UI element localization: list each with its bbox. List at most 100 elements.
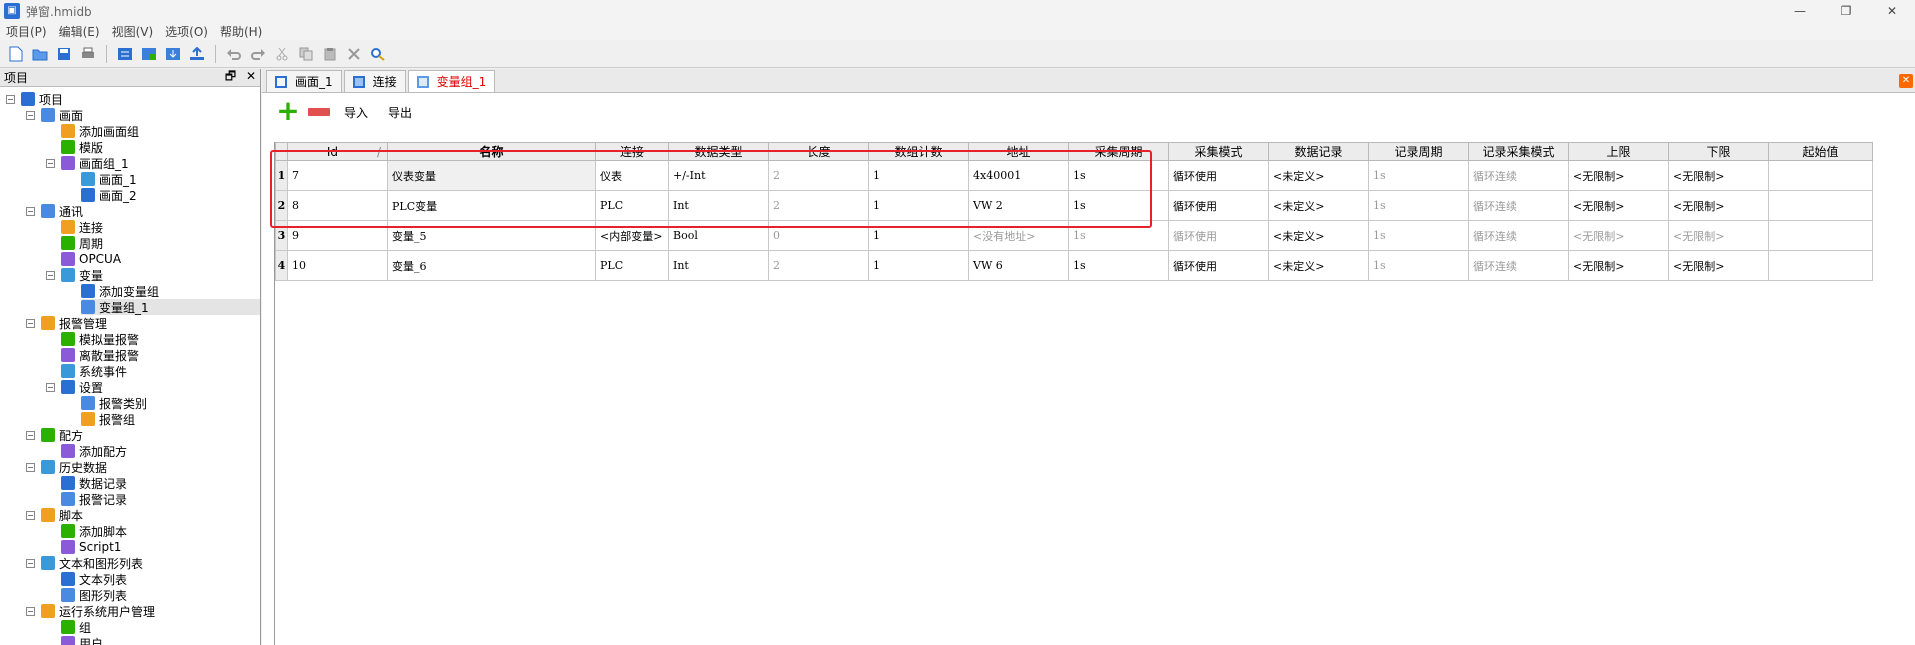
upload-icon[interactable] (187, 44, 207, 64)
tab-connection[interactable]: 连接 (343, 70, 406, 92)
tree-item[interactable]: 添加脚本 (61, 523, 127, 539)
tree-item[interactable]: 组 (61, 619, 91, 635)
row-number[interactable]: 4 (275, 250, 288, 281)
table-row[interactable]: 4 10 变量_6 PLC Int 2 1 VW 6 1s 循环使用 <未定义> 1s 循环连续 <无限制… (275, 250, 1873, 281)
table-cell[interactable]: PLC变量 (387, 190, 596, 221)
tree-item[interactable]: 报警记录 (61, 491, 127, 507)
column-header[interactable]: 起始值 (1768, 142, 1873, 161)
restore-button[interactable]: ❐ (1823, 0, 1869, 22)
table-cell[interactable]: <未定义> (1268, 190, 1369, 221)
export-button[interactable]: 导出 (388, 104, 412, 121)
close-tab-icon[interactable]: ✕ (1899, 74, 1913, 88)
table-cell[interactable]: 1s (1368, 160, 1469, 191)
table-cell[interactable]: Bool (668, 220, 769, 251)
table-cell[interactable]: 循环使用 (1168, 220, 1269, 251)
table-cell[interactable]: 变量_5 (387, 220, 596, 251)
column-header[interactable]: Id / (287, 142, 388, 161)
table-cell[interactable]: 2 (768, 250, 869, 281)
column-header[interactable]: 数据类型 (668, 142, 769, 161)
remove-variable-button[interactable] (308, 108, 330, 116)
tree-item[interactable]: 模版 (61, 139, 103, 155)
table-cell[interactable]: <没有地址> (968, 220, 1069, 251)
expand-toggle-icon[interactable]: − (46, 382, 55, 392)
simulate-icon[interactable] (139, 44, 159, 64)
column-header[interactable]: 长度 (768, 142, 869, 161)
table-cell[interactable]: 9 (287, 220, 388, 251)
find-icon[interactable] (368, 44, 388, 64)
table-cell[interactable]: 1s (1368, 220, 1469, 251)
tree-item[interactable]: 模拟量报警 (61, 331, 139, 347)
paste-icon[interactable] (320, 44, 340, 64)
column-header[interactable]: 连接 (595, 142, 669, 161)
table-cell[interactable]: Int (668, 190, 769, 221)
tree-item[interactable]: − 设置 (46, 379, 103, 395)
tab-screen-1[interactable]: 画面_1 (266, 70, 342, 92)
row-number[interactable]: 1 (275, 160, 288, 191)
table-cell[interactable]: 循环连续 (1468, 160, 1569, 191)
menu-options[interactable]: 选项(O) (159, 23, 214, 40)
menu-help[interactable]: 帮助(H) (214, 23, 268, 40)
expand-toggle-icon[interactable]: − (26, 206, 35, 216)
menu-edit[interactable]: 编辑(E) (53, 23, 106, 40)
table-cell[interactable]: 1 (868, 220, 969, 251)
table-cell[interactable]: PLC (595, 190, 669, 221)
column-header[interactable]: 下限 (1668, 142, 1769, 161)
tree-item[interactable]: 文本列表 (61, 571, 127, 587)
minimize-button[interactable]: — (1777, 0, 1823, 22)
table-cell[interactable]: <无限制> (1668, 160, 1769, 191)
table-cell[interactable]: <无限制> (1568, 250, 1669, 281)
tree-item[interactable]: 数据记录 (61, 475, 127, 491)
tree-item[interactable]: 画面_2 (81, 187, 137, 203)
table-cell[interactable]: <无限制> (1568, 160, 1669, 191)
import-button[interactable]: 导入 (344, 104, 368, 121)
tree-item[interactable]: 图形列表 (61, 587, 127, 603)
row-number[interactable]: 3 (275, 220, 288, 251)
expand-toggle-icon[interactable]: − (26, 462, 35, 472)
table-cell[interactable] (1768, 190, 1873, 221)
table-cell[interactable]: <未定义> (1268, 220, 1369, 251)
undo-icon[interactable] (224, 44, 244, 64)
column-header[interactable]: 地址 (968, 142, 1069, 161)
table-cell[interactable]: 循环使用 (1168, 160, 1269, 191)
table-cell[interactable]: 1s (1068, 190, 1169, 221)
column-header[interactable]: 数组计数 (868, 142, 969, 161)
compile-icon[interactable] (115, 44, 135, 64)
table-cell[interactable] (1768, 160, 1873, 191)
expand-toggle-icon[interactable]: − (26, 510, 35, 520)
tree-item[interactable]: 画面_1 (81, 171, 137, 187)
open-folder-icon[interactable] (30, 44, 50, 64)
table-cell[interactable]: PLC (595, 250, 669, 281)
expand-toggle-icon[interactable]: − (26, 606, 35, 616)
table-cell[interactable]: 循环使用 (1168, 190, 1269, 221)
expand-toggle-icon[interactable]: − (6, 94, 15, 104)
table-cell[interactable]: <无限制> (1568, 190, 1669, 221)
table-cell[interactable]: Int (668, 250, 769, 281)
tree-item[interactable]: − 画面组_1 (46, 155, 129, 171)
table-cell[interactable]: <无限制> (1668, 250, 1769, 281)
table-cell[interactable]: 7 (287, 160, 388, 191)
table-row[interactable]: 3 9 变量_5 <内部变量> Bool 0 1 <没有地址> 1s 循环使用 <未定义> 1s 循环连… (275, 220, 1873, 251)
save-icon[interactable] (54, 44, 74, 64)
table-cell[interactable]: 1s (1368, 190, 1469, 221)
column-header[interactable]: 名称 (387, 142, 596, 161)
redo-icon[interactable] (248, 44, 268, 64)
tree-item[interactable]: − 通讯 (26, 203, 83, 219)
table-cell[interactable]: 1s (1068, 220, 1169, 251)
tree-item[interactable]: − 画面 (26, 107, 83, 123)
table-cell[interactable]: +/-Int (668, 160, 769, 191)
table-row[interactable]: 1 7 仪表变量 仪表 +/-Int 2 1 4x40001 1s 循环使用 <未定义> 1s 循环连续… (275, 160, 1873, 191)
table-cell[interactable]: 1s (1068, 160, 1169, 191)
table-cell[interactable]: 10 (287, 250, 388, 281)
tree-item[interactable]: − 脚本 (26, 507, 83, 523)
table-row[interactable]: 2 8 PLC变量 PLC Int 2 1 VW 2 1s 循环使用 <未定义> 1s 循环连续 <无限制… (275, 190, 1873, 221)
pin-icon[interactable]: 🗗 (225, 69, 236, 83)
tree-item[interactable]: 添加配方 (61, 443, 127, 459)
tree-item[interactable]: 用户 (61, 635, 103, 645)
tree-item[interactable]: Script1 (61, 539, 121, 555)
close-button[interactable]: ✕ (1869, 0, 1915, 22)
tree-item[interactable]: − 运行系统用户管理 (26, 603, 155, 619)
download-icon[interactable] (163, 44, 183, 64)
table-cell[interactable] (1768, 250, 1873, 281)
tree-item[interactable]: 报警类别 (81, 395, 147, 411)
expand-toggle-icon[interactable]: − (26, 318, 35, 328)
